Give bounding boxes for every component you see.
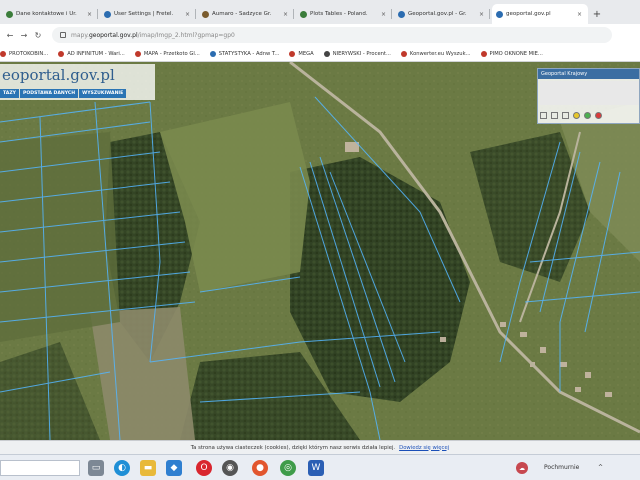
reload-icon[interactable]: ↻ bbox=[32, 29, 44, 41]
tray-chevron-icon[interactable]: ^ bbox=[598, 464, 603, 471]
back-icon[interactable]: ← bbox=[4, 29, 16, 41]
geoportal-menu-item[interactable]: PODSTAWA DANYCH bbox=[20, 89, 79, 98]
tab-separator bbox=[195, 9, 196, 19]
bookmark-label: MAPA - Przetkoto Gl... bbox=[143, 50, 200, 57]
tab-close-icon[interactable]: × bbox=[479, 11, 484, 18]
bookmark-favicon-icon bbox=[209, 50, 216, 57]
url-path: /imap/Imgp_2.html?gpmap=gp0 bbox=[137, 31, 235, 39]
browser-tab[interactable]: Geoportal.gov.pl - Gr. × bbox=[394, 4, 490, 24]
panel-toolbar bbox=[540, 109, 639, 121]
tab-label: Aumaro - Sadzyce Gr. bbox=[212, 11, 272, 17]
tab-close-icon[interactable]: × bbox=[87, 11, 92, 18]
bookmark-item[interactable]: PIMO OKNONE MIE... bbox=[480, 50, 543, 57]
tab-close-icon[interactable]: × bbox=[185, 11, 190, 18]
browser-tab[interactable]: geoportal.gov.pl × bbox=[492, 4, 588, 24]
tab-close-icon[interactable]: × bbox=[283, 11, 288, 18]
overview-minimap[interactable] bbox=[540, 81, 639, 105]
geoportal-menu: TAZY PODSTAWA DANYCH WYSZUKIWANIE bbox=[0, 89, 127, 98]
geoportal-menu-item[interactable]: TAZY bbox=[0, 89, 19, 98]
browser-tab[interactable]: Plots Tables - Poland. × bbox=[296, 4, 392, 24]
tab-close-icon[interactable]: × bbox=[577, 11, 582, 18]
forward-icon[interactable]: → bbox=[18, 29, 30, 41]
media-icon[interactable]: ◉ bbox=[222, 460, 238, 476]
new-tab-button[interactable]: + bbox=[590, 4, 604, 24]
bookmark-favicon-icon bbox=[58, 50, 65, 57]
bookmark-item[interactable]: AD INFINITUM - Wari... bbox=[58, 50, 125, 57]
tab-separator bbox=[97, 9, 98, 19]
bookmark-label: PIMO OKNONE MIE... bbox=[489, 50, 543, 57]
bookmarks-bar: PROTOKOBIN... AD INFINITUM - Wari... MAPA … bbox=[0, 46, 640, 62]
overview-panel: Geoportal Krajowy bbox=[537, 68, 640, 124]
browser-tab[interactable]: Dane kontaktowe i Ur. × bbox=[2, 4, 98, 24]
bookmark-item[interactable]: NIERYWSKI - Procent... bbox=[323, 50, 391, 57]
bookmark-label: MEGA bbox=[298, 50, 314, 57]
panel-title: Geoportal Krajowy bbox=[538, 69, 639, 79]
tab-label: Geoportal.gov.pl - Gr. bbox=[408, 11, 467, 17]
bookmark-label: AD INFINITUM - Wari... bbox=[67, 50, 125, 57]
tab-separator bbox=[489, 9, 490, 19]
taskbar-search[interactable] bbox=[0, 460, 80, 476]
tab-label: geoportal.gov.pl bbox=[506, 11, 551, 17]
tab-favicon-icon bbox=[104, 11, 111, 18]
cookie-notice: Ta strona używa ciasteczek (cookies), dz… bbox=[0, 440, 640, 454]
ok-icon[interactable] bbox=[584, 111, 591, 119]
word-icon[interactable]: W bbox=[308, 460, 324, 476]
taskbar: ▭ ◐ ▬ ◆ O ◉ ● ◎ W ☁ Pochmurnie ^ bbox=[0, 454, 640, 480]
tab-favicon-icon bbox=[496, 11, 503, 18]
bookmark-label: PROTOKOBIN... bbox=[9, 50, 49, 57]
cookie-text: Ta strona używa ciasteczek (cookies), dz… bbox=[190, 444, 396, 451]
lock-icon bbox=[60, 32, 66, 38]
bookmark-item[interactable]: MEGA bbox=[289, 50, 314, 57]
store-icon[interactable]: ◆ bbox=[166, 460, 182, 476]
bookmark-item[interactable]: STATYSTYKA - Adnw T... bbox=[209, 50, 280, 57]
browser-tab[interactable]: Aumaro - Sadzyce Gr. × bbox=[198, 4, 294, 24]
bookmark-favicon-icon bbox=[480, 50, 487, 57]
file-explorer-icon[interactable]: ▬ bbox=[140, 460, 156, 476]
chrome-icon[interactable]: ◎ bbox=[280, 460, 296, 476]
address-bar[interactable]: mapy. geoportal.gov.pl /imap/Imgp_2.html… bbox=[52, 27, 612, 43]
bookmark-label: Konwerter.eu Wyszuk... bbox=[409, 50, 471, 57]
browser-toolbar: ← → ↻ mapy. geoportal.gov.pl /imap/Imgp_… bbox=[0, 24, 640, 46]
tab-separator bbox=[391, 9, 392, 19]
close-icon[interactable] bbox=[595, 111, 602, 119]
tab-label: User Settings | Fretel. bbox=[114, 11, 174, 17]
task-view-icon[interactable]: ▭ bbox=[88, 460, 104, 476]
geoportal-menu-item[interactable]: WYSZUKIWANIE bbox=[79, 89, 127, 98]
bookmark-favicon-icon bbox=[289, 50, 296, 57]
tab-favicon-icon bbox=[202, 11, 209, 18]
tab-separator bbox=[293, 9, 294, 19]
app-icon[interactable]: ● bbox=[252, 460, 268, 476]
weather-label: Pochmurnie bbox=[544, 464, 580, 471]
bookmark-item[interactable]: PROTOKOBIN... bbox=[0, 50, 49, 57]
layers-icon[interactable] bbox=[540, 111, 547, 119]
bookmark-favicon-icon bbox=[134, 50, 141, 57]
url-host: geoportal.gov.pl bbox=[88, 31, 138, 39]
url-scheme: mapy. bbox=[71, 31, 89, 39]
bookmark-favicon-icon bbox=[0, 50, 6, 57]
bookmark-label: STATYSTYKA - Adnw T... bbox=[218, 50, 280, 57]
edge-icon[interactable]: ◐ bbox=[114, 460, 130, 476]
tab-favicon-icon bbox=[398, 11, 405, 18]
tab-close-icon[interactable]: × bbox=[381, 11, 386, 18]
help-icon[interactable] bbox=[573, 111, 580, 119]
tab-favicon-icon bbox=[300, 11, 307, 18]
browser-tab-strip: Dane kontaktowe i Ur. × User Settings | Fr… bbox=[0, 0, 640, 24]
tab-label: Dane kontaktowe i Ur. bbox=[16, 11, 77, 17]
bookmark-favicon-icon bbox=[400, 50, 407, 57]
cookie-more-link[interactable]: Dowiedz się więcej bbox=[399, 445, 449, 451]
bookmark-item[interactable]: MAPA - Przetkoto Gl... bbox=[134, 50, 200, 57]
bookmark-item[interactable]: Konwerter.eu Wyszuk... bbox=[400, 50, 471, 57]
opera-icon[interactable]: O bbox=[196, 460, 212, 476]
tab-favicon-icon bbox=[6, 11, 13, 18]
browser-tab[interactable]: User Settings | Fretel. × bbox=[100, 4, 196, 24]
print-icon[interactable] bbox=[551, 111, 558, 119]
bookmark-label: NIERYWSKI - Procent... bbox=[332, 50, 391, 57]
bookmark-favicon-icon bbox=[323, 50, 330, 57]
tab-label: Plots Tables - Poland. bbox=[310, 11, 368, 17]
weather-icon: ☁ bbox=[516, 462, 528, 474]
measure-icon[interactable] bbox=[562, 111, 569, 119]
logo-text: eoportal.gov.pl bbox=[2, 66, 115, 84]
